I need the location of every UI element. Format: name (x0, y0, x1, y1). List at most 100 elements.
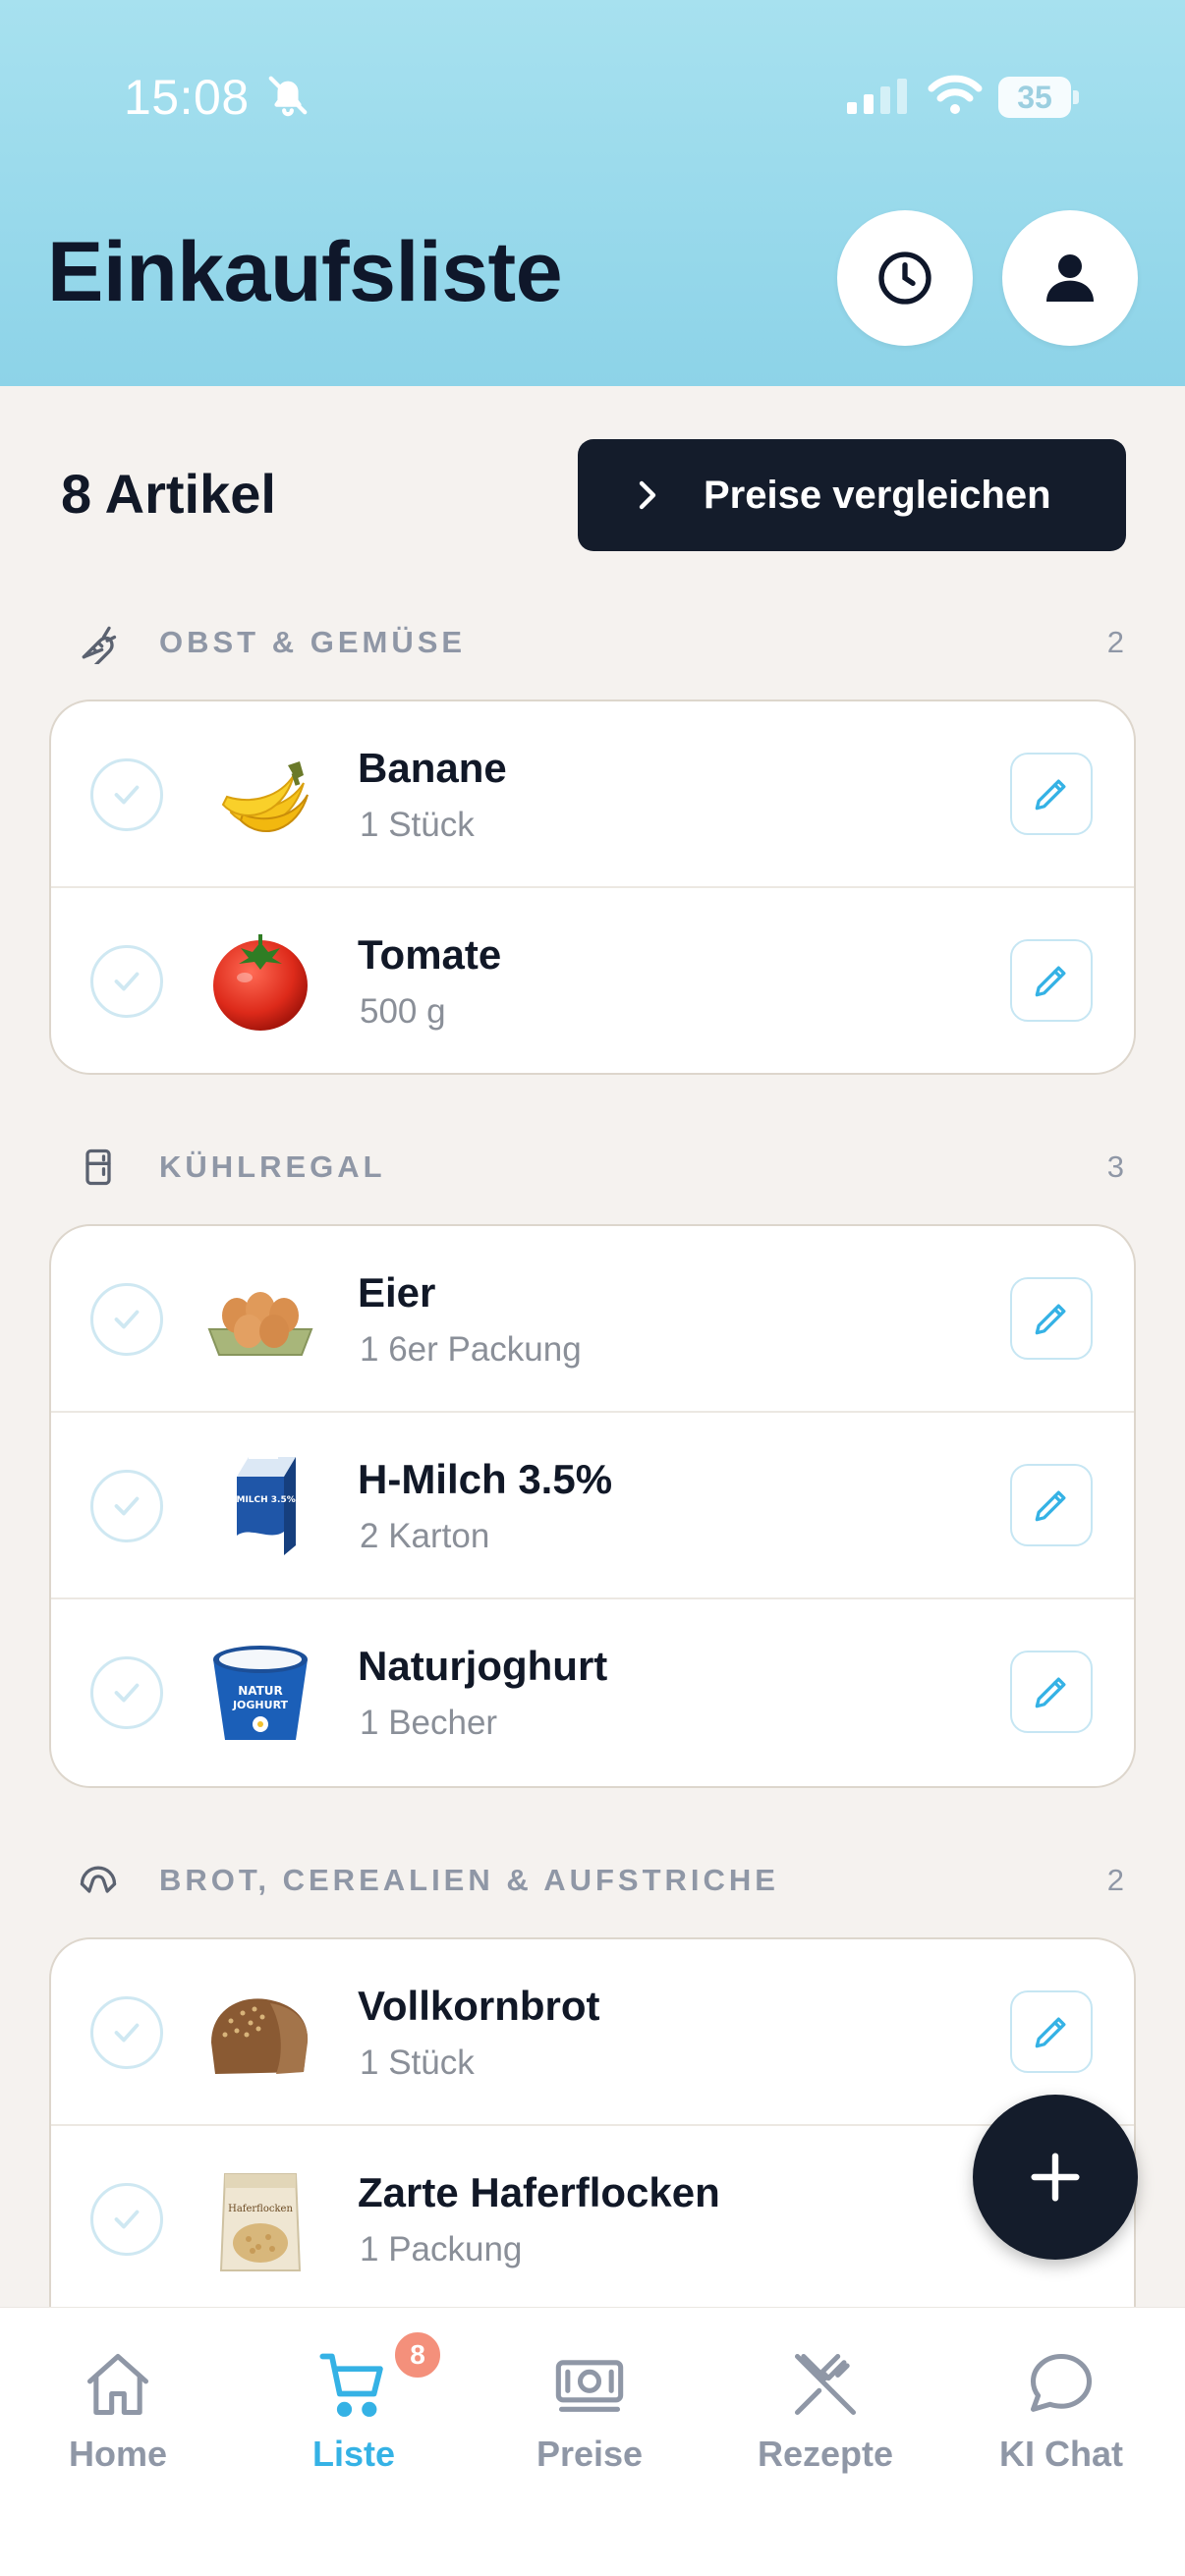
check-toggle[interactable] (90, 758, 163, 831)
history-button[interactable] (837, 210, 973, 346)
check-toggle[interactable] (90, 2183, 163, 2256)
utensils-icon (794, 2353, 857, 2416)
nav-label: Home (68, 2434, 168, 2474)
nav-label: Liste (311, 2434, 396, 2474)
nav-item-home[interactable]: Home (0, 2347, 236, 2494)
edit-button[interactable] (1010, 1651, 1093, 1733)
yogurt-label-line2: JOGHURT (232, 1699, 289, 1711)
battery-indicator: 35 (998, 77, 1079, 118)
check-toggle[interactable] (90, 1996, 163, 2069)
compare-prices-button[interactable]: Preise vergleichen (578, 439, 1126, 551)
list-item[interactable]: Tomate 500 g (51, 888, 1134, 1073)
pencil-icon (1035, 1490, 1066, 1522)
check-toggle[interactable] (90, 1283, 163, 1356)
item-quantity: 1 6er Packung (360, 1330, 582, 1369)
section-card-bread: Vollkornbrot 1 Stück Haferflocken Zarte … (49, 1937, 1136, 2350)
nav-label: KI Chat (999, 2434, 1123, 2474)
nav-label: Preise (536, 2434, 644, 2474)
app-header: 15:08 35 Einkaufsliste (0, 0, 1185, 386)
item-quantity: 2 Karton (360, 1517, 490, 1555)
list-item[interactable]: NATUR JOGHURT Naturjoghurt 1 Becher (51, 1599, 1134, 1786)
yogurt-image: NATUR JOGHURT (197, 1629, 324, 1757)
section-title: KÜHLREGAL (159, 1149, 386, 1184)
milk-carton-image: H-MILCH 3.5% (197, 1442, 324, 1570)
milk-label: H-MILCH 3.5% (225, 1495, 296, 1505)
banana-image (197, 731, 324, 859)
banknote-icon (555, 2360, 624, 2412)
check-toggle[interactable] (90, 945, 163, 1018)
edit-button[interactable] (1010, 939, 1093, 1022)
pencil-icon (1035, 1304, 1066, 1335)
chat-icon (1030, 2353, 1093, 2412)
edit-button[interactable] (1010, 1464, 1093, 1546)
home-icon (86, 2353, 149, 2416)
pencil-icon (1035, 2017, 1066, 2048)
compare-prices-label: Preise vergleichen (704, 473, 1051, 517)
item-name: Zarte Haferflocken (358, 2169, 720, 2215)
battery-level: 35 (998, 77, 1071, 118)
list-item[interactable]: H-MILCH 3.5% H-Milch 3.5% 2 Karton (51, 1413, 1134, 1599)
list-item[interactable]: Vollkornbrot 1 Stück (51, 1939, 1134, 2126)
item-name: Tomate (358, 931, 502, 978)
pencil-icon (1035, 779, 1066, 811)
check-icon (114, 972, 140, 991)
item-quantity: 500 g (360, 992, 446, 1031)
carrot-icon (82, 626, 117, 664)
list-item[interactable]: Haferflocken Zarte Haferflocken 1 Packun… (51, 2126, 1134, 2313)
section-count: 3 (1106, 1149, 1124, 1184)
wifi-icon (928, 75, 983, 114)
nav-item-ki-chat[interactable]: KI Chat (943, 2347, 1179, 2494)
page-title: Einkaufsliste (47, 225, 563, 319)
item-quantity: 1 Becher (360, 1704, 498, 1742)
bottom-navigation: Home Liste Preise Rezepte KI Chat (0, 2307, 1185, 2576)
section-card-dairy: Eier 1 6er Packung H-MILCH 3.5% H-Milch … (49, 1224, 1136, 1788)
bread-image (197, 1969, 324, 2097)
check-toggle[interactable] (90, 1470, 163, 1542)
pencil-icon (1035, 1677, 1066, 1708)
profile-button[interactable] (1002, 210, 1138, 346)
item-name: Banane (358, 745, 507, 791)
item-count: 8 Artikel (61, 463, 276, 525)
item-name: Vollkornbrot (358, 1983, 600, 2029)
check-toggle[interactable] (90, 1656, 163, 1729)
check-icon (114, 785, 140, 805)
pencil-icon (1035, 966, 1066, 997)
check-icon (114, 1310, 140, 1329)
list-item[interactable]: Eier 1 6er Packung (51, 1226, 1134, 1413)
section-header-dairy: KÜHLREGAL 3 (0, 1138, 1185, 1197)
oats-label: Haferflocken (228, 2204, 293, 2214)
nav-item-rezepte[interactable]: Rezepte (707, 2347, 943, 2494)
oats-image: Haferflocken (197, 2156, 324, 2283)
section-count: 2 (1106, 1863, 1124, 1897)
bell-off-icon (268, 76, 308, 117)
eggs-image (197, 1256, 324, 1383)
check-icon (114, 1496, 140, 1516)
check-icon (114, 2023, 140, 2043)
check-icon (114, 2210, 140, 2229)
edit-button[interactable] (1010, 1990, 1093, 2073)
item-quantity: 1 Packung (360, 2230, 523, 2268)
section-title: OBST & GEMÜSE (159, 625, 467, 659)
item-name: Eier (358, 1269, 436, 1316)
item-name: Naturjoghurt (358, 1643, 608, 1689)
cart-count-badge: 8 (391, 2328, 444, 2381)
nav-item-preise[interactable]: Preise (472, 2347, 707, 2494)
add-item-button[interactable] (973, 2095, 1138, 2260)
edit-button[interactable] (1010, 753, 1093, 835)
list-item[interactable]: Banane 1 Stück (51, 701, 1134, 888)
chevron-right-icon (639, 480, 656, 510)
section-header-produce: OBST & GEMÜSE 2 (0, 613, 1185, 672)
nav-label: Rezepte (757, 2434, 894, 2474)
item-name: H-Milch 3.5% (358, 1456, 613, 1502)
plus-icon (1031, 2153, 1080, 2202)
item-quantity: 1 Stück (360, 806, 475, 844)
signal-icon (847, 79, 907, 114)
edit-button[interactable] (1010, 1277, 1093, 1360)
section-card-produce: Banane 1 Stück Tomate 500 g (49, 700, 1136, 1075)
cart-icon (319, 2353, 383, 2417)
user-icon (1046, 254, 1094, 302)
section-count: 2 (1106, 625, 1124, 659)
fridge-icon (85, 1148, 111, 1186)
clock-icon (878, 252, 931, 305)
item-quantity: 1 Stück (360, 2044, 475, 2082)
